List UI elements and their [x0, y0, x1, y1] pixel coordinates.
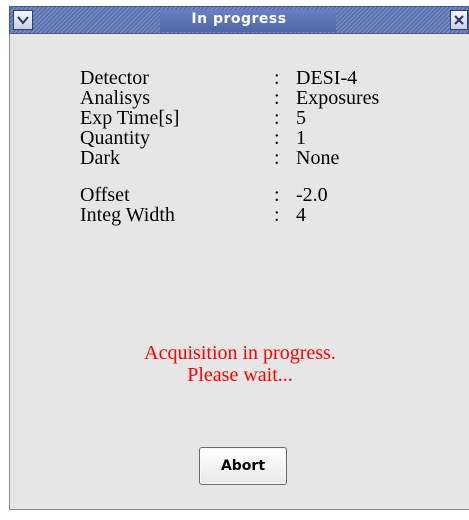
info-label: Analisys — [80, 87, 150, 109]
window-title: In progress — [191, 11, 287, 27]
info-colon: : — [274, 107, 280, 129]
progress-message-line1: Acquisition in progress. — [144, 342, 336, 364]
title-bar[interactable]: In progress — [9, 6, 469, 34]
info-value: 4 — [296, 204, 306, 226]
info-label: Offset — [80, 184, 130, 206]
progress-dialog: In progress Detector : DESI-4 Analisys :… — [0, 0, 469, 520]
progress-message-line2: Please wait... — [187, 364, 293, 386]
info-value: DESI-4 — [296, 67, 358, 89]
info-label: Detector — [80, 67, 149, 89]
info-colon: : — [274, 184, 280, 206]
info-colon: : — [274, 147, 280, 169]
info-colon: : — [274, 67, 280, 89]
close-icon[interactable] — [450, 10, 468, 30]
info-label: Dark — [80, 147, 120, 169]
chevron-down-icon[interactable] — [13, 10, 33, 30]
window-bottom-frame — [9, 510, 469, 520]
info-label: Exp Time[s] — [80, 107, 180, 129]
info-colon: : — [274, 127, 280, 149]
info-value: None — [296, 147, 340, 169]
info-label: Quantity — [80, 127, 150, 149]
info-value: -2.0 — [296, 184, 328, 206]
info-label: Integ Width — [80, 204, 175, 226]
progress-message: Acquisition in progress. Please wait... — [10, 342, 469, 386]
abort-button[interactable]: Abort — [199, 447, 287, 485]
info-colon: : — [274, 87, 280, 109]
dialog-body: Detector : DESI-4 Analisys : Exposures E… — [9, 34, 469, 510]
info-value: 5 — [296, 107, 306, 129]
info-value: Exposures — [296, 87, 380, 109]
info-colon: : — [274, 204, 280, 226]
info-value: 1 — [296, 127, 306, 149]
